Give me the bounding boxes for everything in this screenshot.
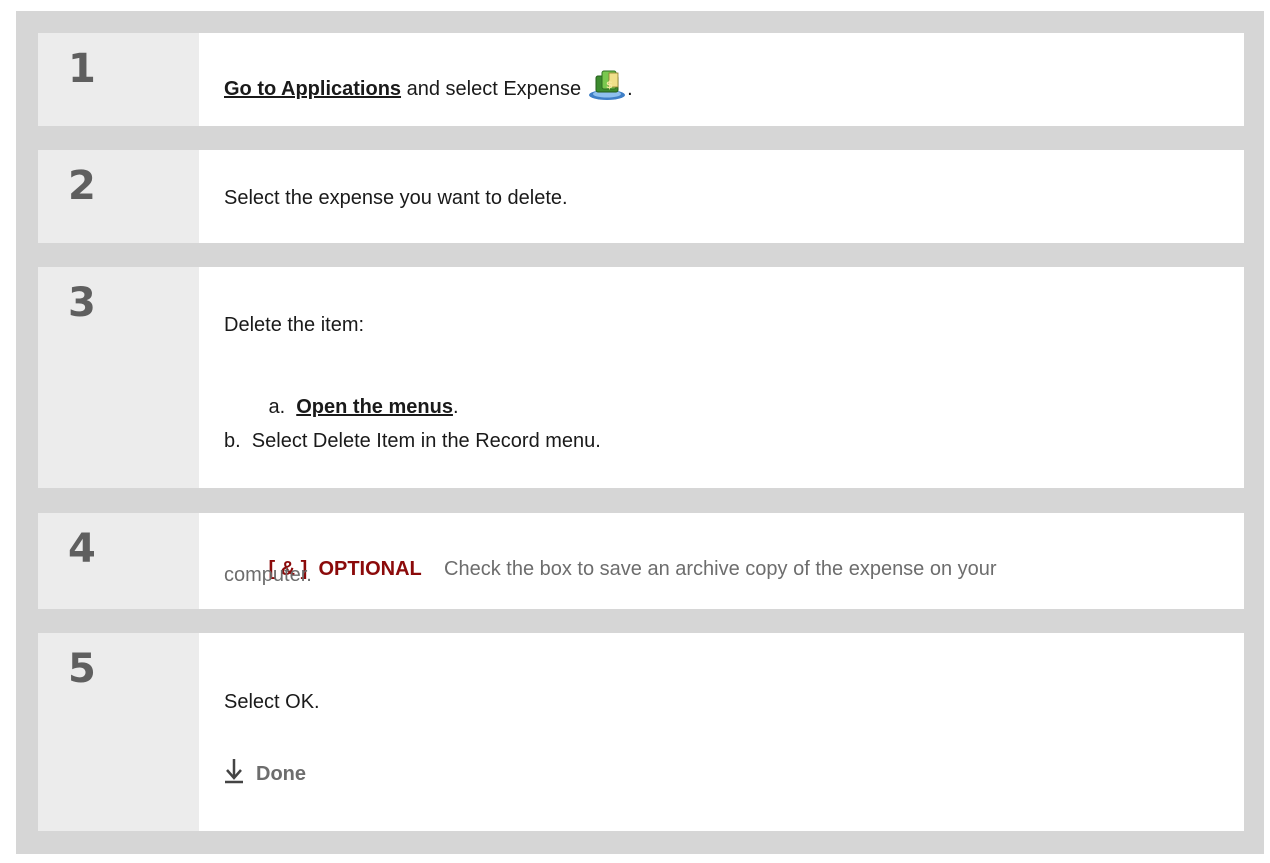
step-number-cell: 1: [38, 33, 199, 126]
step-body: [ & ] OPTIONAL Check the box to save an …: [199, 513, 1244, 609]
down-arrow-icon: [224, 758, 244, 790]
step-number-cell: 5: [38, 633, 199, 831]
step-1-text: and select Expense: [401, 78, 582, 100]
step-2: 2 Select the expense you want to delete.: [38, 150, 1244, 243]
step-3-sub-b: b. Select Delete Item in the Record menu…: [224, 430, 601, 452]
step-number-cell: 2: [38, 150, 199, 243]
done-label: Done: [256, 762, 306, 785]
step-5-text: Select OK.: [224, 691, 320, 713]
step-body: Delete the item: a. Open the menus. b. S…: [199, 267, 1244, 488]
open-the-menus-link[interactable]: Open the menus: [296, 396, 453, 418]
step-4-text: Check the box to save an archive copy of…: [444, 558, 997, 580]
step-3: 3 Delete the item: a. Open the menus. b.…: [38, 267, 1244, 488]
step-body: Go to Applications and select Expense $ …: [199, 33, 1244, 126]
step-4-text-cont: computer.: [224, 564, 312, 586]
step-number: 2: [68, 163, 96, 209]
step-number: 5: [68, 646, 96, 692]
step-5: 5 Select OK. Done: [38, 633, 1244, 831]
svg-text:$: $: [606, 80, 613, 91]
step-body: Select the expense you want to delete.: [199, 150, 1244, 243]
step-body: Select OK. Done: [199, 633, 1244, 831]
step-number: 4: [68, 526, 96, 572]
done-marker: Done: [224, 758, 306, 790]
step-3-intro: Delete the item:: [224, 314, 365, 336]
step-number-cell: 3: [38, 267, 199, 488]
steps-frame: 1 Go to Applications and select Expense …: [16, 11, 1264, 854]
step-4: 4 [ & ] OPTIONAL Check the box to save a…: [38, 513, 1244, 609]
step-2-text: Select the expense you want to delete.: [224, 187, 568, 209]
expense-app-icon: $: [587, 69, 627, 107]
go-to-applications-link[interactable]: Go to Applications: [224, 78, 401, 100]
step-number: 3: [68, 280, 96, 326]
step-number-cell: 4: [38, 513, 199, 609]
step-number: 1: [68, 46, 96, 92]
step-1: 1 Go to Applications and select Expense …: [38, 33, 1244, 126]
